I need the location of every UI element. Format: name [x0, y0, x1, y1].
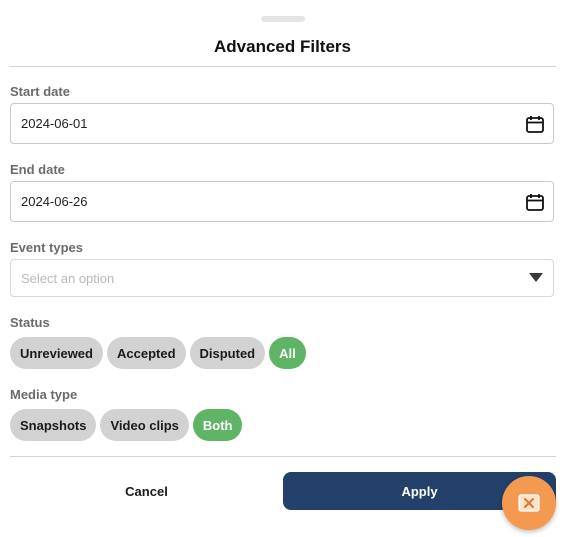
- media-chip-snapshots[interactable]: Snapshots: [10, 409, 97, 441]
- end-date-value: 2024-06-26: [21, 194, 88, 209]
- status-chip-group: Unreviewed Accepted Disputed All: [10, 337, 306, 369]
- drag-handle[interactable]: [261, 16, 305, 22]
- status-chip-unreviewed[interactable]: Unreviewed: [10, 337, 103, 369]
- event-types-label: Event types: [10, 240, 83, 255]
- media-type-label: Media type: [10, 387, 78, 402]
- advanced-filters-sheet: Advanced Filters Start date 2024-06-01 E…: [0, 0, 565, 537]
- close-box-icon: [518, 494, 540, 512]
- header-divider: [10, 66, 556, 67]
- floating-close-button[interactable]: [502, 476, 556, 530]
- sheet-title: Advanced Filters: [214, 37, 351, 56]
- end-date-field[interactable]: 2024-06-26: [10, 181, 554, 222]
- start-date-field[interactable]: 2024-06-01: [10, 103, 554, 144]
- calendar-icon[interactable]: [525, 114, 545, 134]
- cancel-button[interactable]: Cancel: [10, 472, 283, 510]
- end-date-label: End date: [10, 162, 65, 177]
- media-chip-both[interactable]: Both: [192, 409, 243, 441]
- media-type-chip-group: Snapshots Video clips Both: [10, 409, 243, 441]
- chevron-down-icon[interactable]: [529, 273, 543, 282]
- start-date-value: 2024-06-01: [21, 116, 88, 131]
- event-types-select[interactable]: Select an option: [10, 259, 554, 297]
- status-chip-disputed[interactable]: Disputed: [189, 337, 266, 369]
- status-chip-all[interactable]: All: [269, 337, 306, 369]
- start-date-label: Start date: [10, 84, 70, 99]
- status-label: Status: [10, 315, 50, 330]
- calendar-icon[interactable]: [525, 192, 545, 212]
- media-chip-video-clips[interactable]: Video clips: [100, 409, 189, 441]
- event-types-placeholder: Select an option: [21, 270, 115, 286]
- status-chip-accepted[interactable]: Accepted: [106, 337, 186, 369]
- footer-divider: [10, 456, 556, 457]
